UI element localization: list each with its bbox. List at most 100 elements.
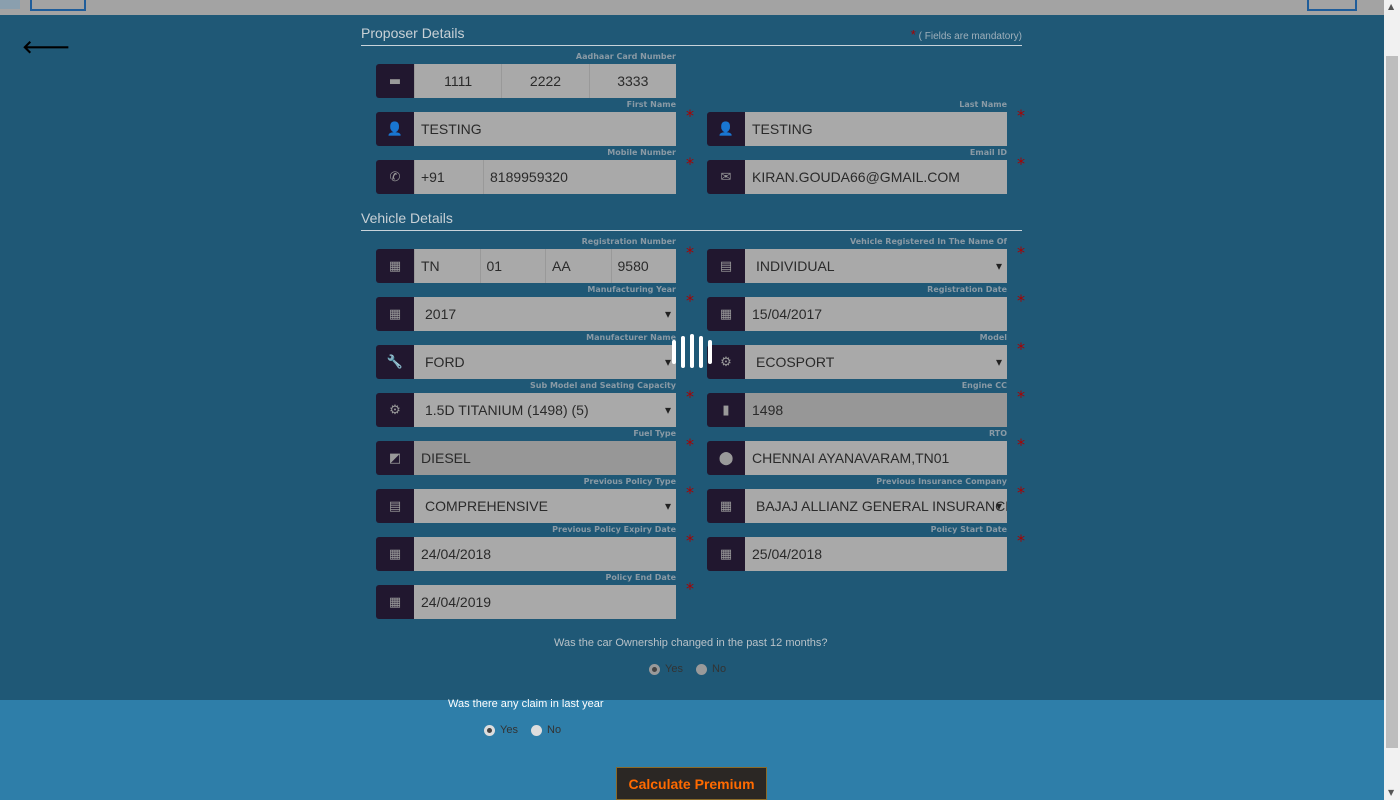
last-name-field: Last Name 👤 TESTING * — [707, 100, 1025, 146]
previous-insurer-label: Previous Insurance Company — [876, 477, 1007, 486]
calendar-icon: ▦ — [376, 585, 414, 619]
email-input[interactable]: KIRAN.GOUDA66@GMAIL.COM — [745, 160, 1007, 194]
first-name-label: First Name — [626, 100, 676, 109]
required-star: * — [1017, 435, 1025, 454]
previous-policy-type-select[interactable]: COMPREHENSIVE — [414, 489, 676, 523]
rto-field: RTO ⬤ CHENNAI AYANAVARAM,TN01 * — [707, 429, 1025, 475]
ownership-yes-radio[interactable]: Yes — [649, 663, 683, 675]
user-icon: 👤 — [707, 112, 745, 146]
registration-number-segment-3[interactable]: AA — [545, 249, 611, 283]
email-label: Email ID — [969, 148, 1007, 157]
aadhaar-segment-1[interactable]: 1111 — [414, 64, 502, 98]
fuel-type-label: Fuel Type — [633, 429, 676, 438]
aadhaar-segment-2[interactable]: 2222 — [501, 64, 589, 98]
scrollbar[interactable]: ▲ ▼ — [1384, 0, 1400, 800]
aadhaar-field: Aadhaar Card Number ▬ 1111 2222 3333 — [376, 52, 676, 98]
ownership-question: Was the car Ownership changed in the pas… — [554, 637, 828, 649]
model-label: Model — [979, 333, 1007, 342]
required-star: * — [1017, 483, 1025, 502]
required-star: * — [686, 435, 694, 454]
id-card-icon: ▬ — [376, 64, 414, 98]
ownership-no-radio[interactable]: No — [696, 663, 726, 675]
list-icon: ▤ — [707, 249, 745, 283]
registration-number-segment-1[interactable]: TN — [414, 249, 480, 283]
claim-yes-radio[interactable]: Yes — [484, 724, 518, 736]
registration-number-label: Registration Number — [581, 237, 676, 246]
manufacturing-year-label: Manufacturing Year — [587, 285, 676, 294]
gear-icon: ⚙ — [707, 345, 745, 379]
calendar-icon: ▦ — [376, 297, 414, 331]
nav-button-left[interactable] — [30, 0, 86, 11]
fuel-type-input: DIESEL — [414, 441, 676, 475]
model-select[interactable]: ECOSPORT — [745, 345, 1007, 379]
registration-date-field: Registration Date ▦ 15/04/2017 * — [707, 285, 1025, 331]
required-star: * — [1017, 243, 1025, 262]
required-star: * — [686, 106, 694, 125]
manufacturing-year-select[interactable]: 2017 — [414, 297, 676, 331]
registered-name-select[interactable]: INDIVIDUAL — [745, 249, 1007, 283]
mandatory-note: * ( Fields are mandatory) — [910, 27, 1022, 42]
calendar-icon: ▦ — [707, 489, 745, 523]
required-star: * — [686, 579, 694, 598]
registration-date-input[interactable]: 15/04/2017 — [745, 297, 1007, 331]
registration-number-segment-4[interactable]: 9580 — [610, 249, 676, 283]
mobile-segment-2[interactable]: 8189959320 — [483, 160, 676, 194]
rto-label: RTO — [988, 429, 1007, 438]
scrollbar-thumb[interactable] — [1386, 56, 1398, 748]
wrench-icon: 🔧 — [376, 345, 414, 379]
previous-policy-type-field: Previous Policy Type ▤COMPREHENSIVE * — [376, 477, 694, 523]
sub-model-select[interactable]: 1.5D TITANIUM (1498) (5) — [414, 393, 676, 427]
claim-radio-group: Yes No — [484, 724, 571, 739]
engine-cc-field: Engine CC ▮ 1498 * — [707, 381, 1025, 427]
rto-input[interactable]: CHENNAI AYANAVARAM,TN01 — [745, 441, 1007, 475]
vehicle-section-header: Vehicle Details — [361, 210, 1022, 231]
calculate-premium-button[interactable]: Calculate Premium — [616, 767, 767, 800]
nav-button-right[interactable] — [1307, 0, 1357, 11]
last-name-input[interactable]: TESTING — [745, 112, 1007, 146]
fuel-type-field: Fuel Type ◩ DIESEL * — [376, 429, 694, 475]
previous-insurer-field: Previous Insurance Company ▦ BAJAJ ALLIANZ… — [707, 477, 1025, 523]
required-star: * — [1017, 154, 1025, 173]
last-name-label: Last Name — [959, 100, 1007, 109]
map-marker-icon: ⬤ — [707, 441, 745, 475]
required-star: * — [1017, 106, 1025, 125]
ownership-radio-group: Yes No — [649, 663, 736, 678]
manufacturer-field: Manufacturer Name 🔧 FORD — [376, 333, 676, 379]
bar-chart-icon: ▮ — [707, 393, 745, 427]
claim-no-radio[interactable]: No — [531, 724, 561, 736]
policy-start-input[interactable]: 25/04/2018 — [745, 537, 1007, 571]
arrow-left-icon[interactable]: 🡐 — [22, 37, 70, 58]
required-star: * — [1017, 531, 1025, 550]
envelope-icon: ✉ — [707, 160, 745, 194]
previous-expiry-input[interactable]: 24/04/2018 — [414, 537, 676, 571]
required-star: * — [686, 387, 694, 406]
policy-start-label: Policy Start Date — [930, 525, 1007, 534]
mobile-segment-1[interactable]: +91 — [414, 160, 483, 194]
previous-policy-type-label: Previous Policy Type — [583, 477, 676, 486]
section-title: Vehicle Details — [361, 210, 453, 226]
sub-model-field: Sub Model and Seating Capacity ⚙ 1.5D TITA… — [376, 381, 694, 427]
grid-icon: ▦ — [376, 249, 414, 283]
previous-insurer-select[interactable]: BAJAJ ALLIANZ GENERAL INSURANCE — [745, 489, 1007, 523]
policy-end-field: Policy End Date ▦ 24/04/2019 * — [376, 573, 694, 619]
registration-number-segment-2[interactable]: 01 — [479, 249, 545, 283]
registered-name-label: Vehicle Registered In The Name Of — [849, 237, 1007, 246]
policy-end-input[interactable]: 24/04/2019 — [414, 585, 676, 619]
policy-end-label: Policy End Date — [605, 573, 676, 582]
loading-spinner — [672, 334, 712, 368]
eraser-icon: ◩ — [376, 441, 414, 475]
calendar-icon: ▦ — [707, 537, 745, 571]
first-name-input[interactable]: TESTING — [414, 112, 676, 146]
engine-cc-input: 1498 — [745, 393, 1007, 427]
engine-cc-label: Engine CC — [961, 381, 1007, 390]
mobile-label: Mobile Number — [607, 148, 676, 157]
user-icon: 👤 — [376, 112, 414, 146]
required-star: * — [686, 243, 694, 262]
required-star: * — [686, 291, 694, 310]
aadhaar-segment-3[interactable]: 3333 — [588, 64, 676, 98]
mobile-field: Mobile Number ✆ +91 8189959320 * — [376, 148, 694, 194]
nav-item[interactable] — [0, 0, 20, 9]
manufacturer-select[interactable]: FORD — [414, 345, 676, 379]
sub-model-label: Sub Model and Seating Capacity — [530, 381, 676, 390]
gear-icon: ⚙ — [376, 393, 414, 427]
